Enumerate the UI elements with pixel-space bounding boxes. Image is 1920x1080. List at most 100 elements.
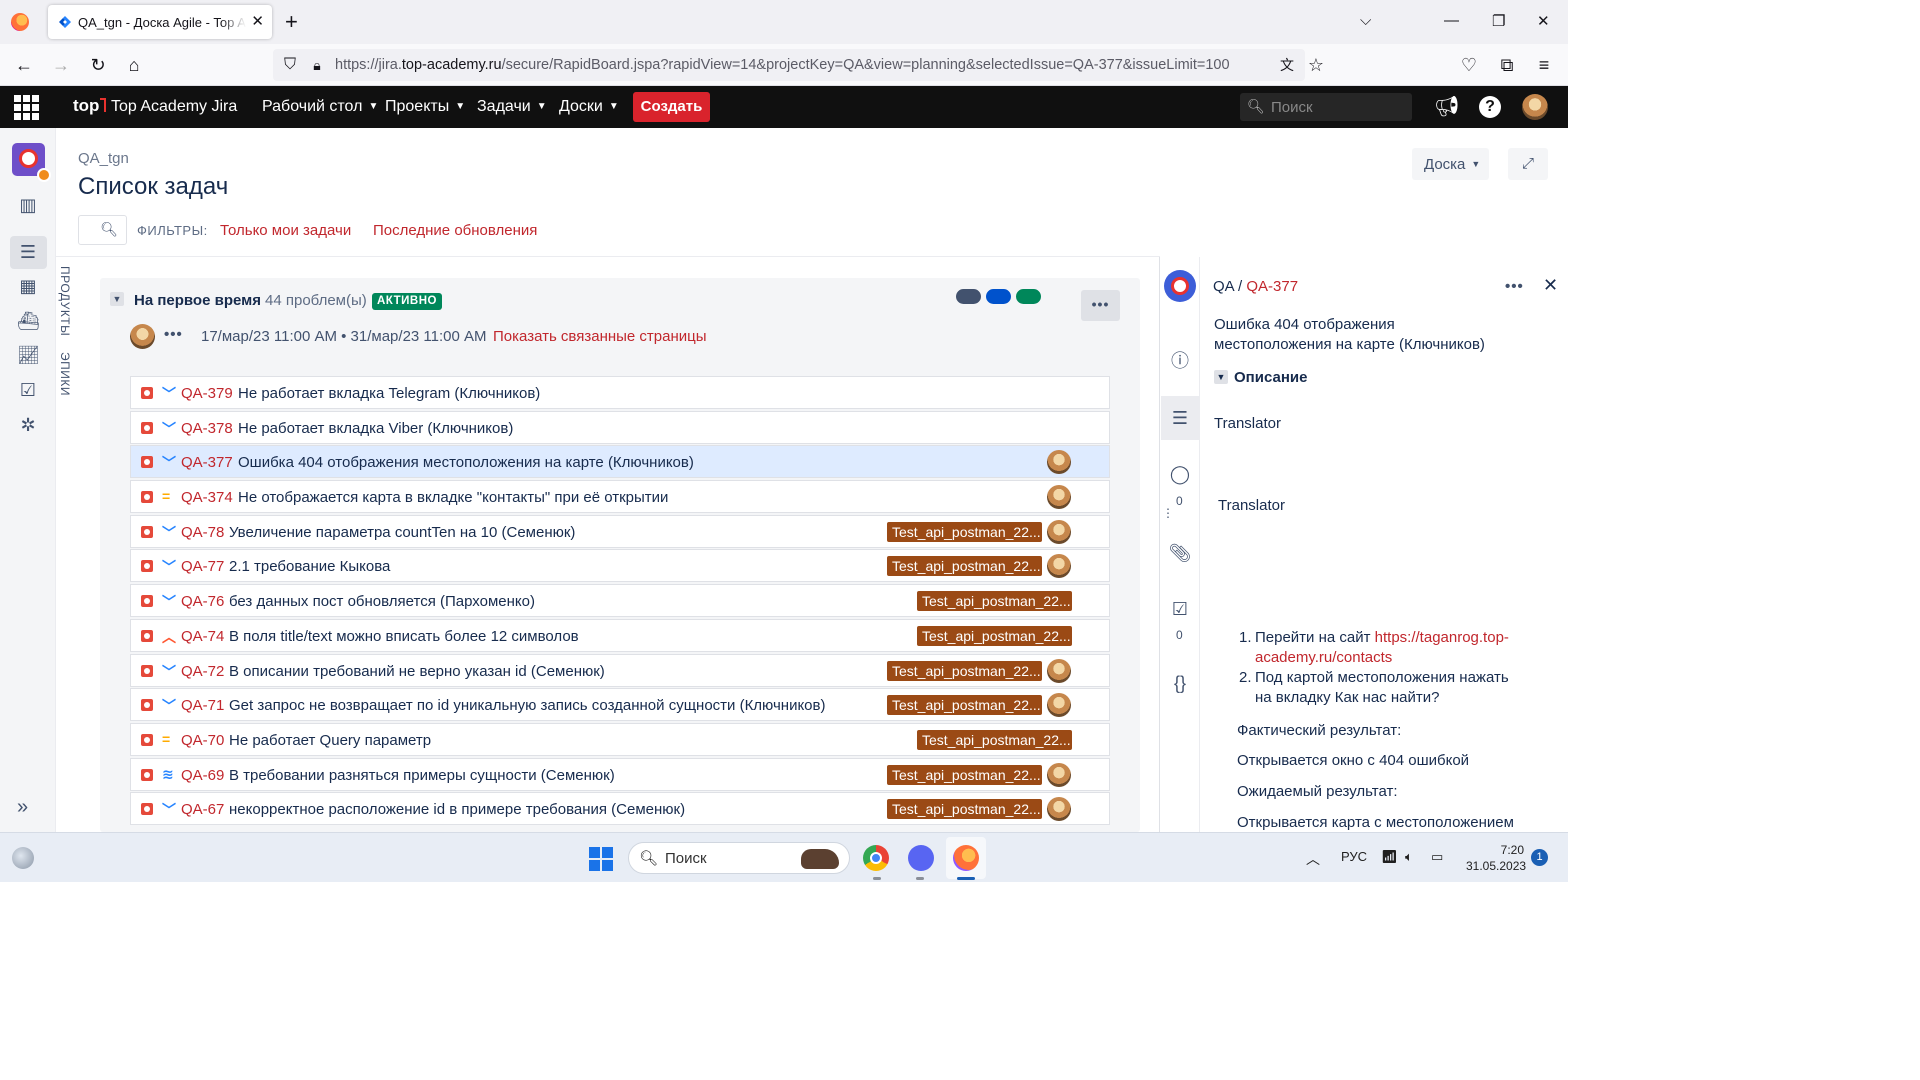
description-icon[interactable]: ☰: [1168, 406, 1192, 430]
pocket-icon[interactable]: ♡: [1459, 55, 1479, 75]
discord-icon[interactable]: [908, 845, 934, 871]
epic-label[interactable]: Test_api_postman_22...: [887, 764, 1042, 785]
battery-icon[interactable]: ▭: [1431, 849, 1443, 865]
volume-icon[interactable]: 🔈︎: [1405, 849, 1413, 865]
issue-key[interactable]: QA-377: [181, 454, 233, 471]
user-avatar[interactable]: [1522, 94, 1548, 120]
clock[interactable]: 7:20 31.05.2023: [1466, 842, 1526, 874]
tab-list-chevron-icon[interactable]: ⌵: [1360, 12, 1371, 29]
issue-row[interactable]: ﹀ QA-67 некорректное расположение id в при…: [130, 792, 1110, 826]
issue-key[interactable]: QA-374: [181, 489, 233, 506]
comment-icon[interactable]: ◯: [1168, 462, 1192, 486]
extensions-icon[interactable]: ⧉: [1497, 55, 1517, 75]
weather-widget-icon[interactable]: [12, 847, 34, 869]
issue-row[interactable]: ≋ QA-69 В требовании разняться примеры сущ…: [130, 757, 1110, 791]
assignee-avatar[interactable]: [1047, 797, 1071, 822]
epic-label[interactable]: Test_api_postman_22...: [887, 660, 1042, 681]
back-icon[interactable]: ←: [14, 55, 34, 75]
assignee-avatar[interactable]: [1047, 762, 1071, 787]
assignee-avatar[interactable]: [1047, 485, 1071, 510]
detail-issue-key[interactable]: QA-377: [1246, 278, 1298, 295]
issue-row[interactable]: ﹀ QA-77 2.1 требование Кыкова Test_api_post…: [130, 549, 1110, 583]
epic-label[interactable]: Test_api_postman_22...: [917, 729, 1072, 750]
description-heading[interactable]: Описание: [1234, 369, 1307, 386]
linked-pages-link[interactable]: Показать связанные страницы: [493, 328, 707, 345]
issue-key[interactable]: QA-76: [181, 593, 224, 610]
epic-label[interactable]: Test_api_postman_22...: [917, 591, 1072, 612]
tab-versions-vertical[interactable]: ПРОДУКТЫ: [58, 266, 72, 336]
breadcrumb[interactable]: QA_tgn: [78, 150, 129, 167]
taskbar-search[interactable]: 🔍︎ Поиск: [628, 842, 850, 874]
issue-row[interactable]: ︿ QA-74 В поля title/text можно вписать бо…: [130, 618, 1110, 652]
info-icon[interactable]: ⓘ: [1168, 349, 1192, 373]
bookmark-star-icon[interactable]: ☆: [1306, 55, 1326, 75]
assignee-avatar[interactable]: [1047, 693, 1071, 718]
browser-tab[interactable]: QA_tgn - Доска Agile - Top Academy Jira …: [48, 5, 272, 39]
menu-issues[interactable]: Задачи ▼: [477, 98, 547, 116]
app-switcher-icon[interactable]: [14, 95, 39, 120]
detail-more-icon[interactable]: •••: [1505, 278, 1524, 295]
sprint-more-icon[interactable]: •••: [164, 326, 183, 343]
checklist-icon[interactable]: ☑: [1168, 597, 1192, 621]
drag-handle-icon[interactable]: ⋮: [1162, 506, 1174, 520]
help-icon[interactable]: ?: [1479, 96, 1501, 118]
sprint-avatar[interactable]: [130, 324, 155, 349]
sprint-name[interactable]: На первое время: [134, 292, 261, 309]
issue-row[interactable]: = QA-374 Не отображается карта в вкладке "…: [130, 480, 1110, 514]
backlog-icon[interactable]: ☰: [17, 241, 39, 263]
start-icon[interactable]: [589, 847, 613, 871]
shield-icon[interactable]: ⛉: [280, 55, 300, 75]
issue-row[interactable]: ﹀ QA-72 В описании требований не верно ука…: [130, 653, 1110, 687]
wifi-icon[interactable]: 📶︎: [1381, 849, 1398, 865]
issue-row[interactable]: ﹀ QA-78 Увеличение параметра countTen на 1…: [130, 514, 1110, 548]
issue-key[interactable]: QA-67: [181, 801, 224, 818]
reports-icon[interactable]: 📈︎: [17, 344, 40, 366]
epic-label[interactable]: Test_api_postman_22...: [887, 521, 1042, 542]
firefox-taskbar-icon[interactable]: [953, 845, 979, 871]
active-sprints-icon[interactable]: ▦: [17, 275, 39, 297]
issue-key[interactable]: QA-69: [181, 767, 224, 784]
translate-icon[interactable]: 文: [1277, 55, 1297, 75]
announcement-icon[interactable]: 📢︎: [1434, 95, 1459, 119]
issue-row[interactable]: ﹀ QA-76 без данных пост обновляется (Пархо…: [130, 584, 1110, 618]
notification-badge[interactable]: 1: [1531, 849, 1548, 866]
assignee-avatar[interactable]: [1047, 450, 1071, 475]
epic-label[interactable]: Test_api_postman_22...: [887, 695, 1042, 716]
app-menu-icon[interactable]: ≡: [1534, 55, 1554, 75]
epic-label[interactable]: Test_api_postman_22...: [917, 625, 1072, 646]
filter-only-my-issues[interactable]: Только мои задачи: [220, 222, 351, 239]
detail-project-avatar[interactable]: [1164, 270, 1196, 302]
lock-icon[interactable]: 🔒︎: [307, 55, 327, 75]
detail-project-link[interactable]: QA: [1213, 278, 1234, 295]
components-icon[interactable]: ✲: [17, 414, 39, 436]
issue-key[interactable]: QA-72: [181, 663, 224, 680]
issue-row[interactable]: ﹀ QA-379 Не работает вкладка Telegram (Клю…: [130, 376, 1110, 409]
new-tab-icon[interactable]: +: [285, 9, 298, 35]
issue-row[interactable]: = QA-70 Не работает Query параметр Test_api…: [130, 722, 1110, 756]
epic-label[interactable]: Test_api_postman_22...: [887, 556, 1042, 577]
menu-dashboard[interactable]: Рабочий стол ▼: [262, 98, 378, 116]
backlog-search-input[interactable]: 🔍︎: [78, 215, 127, 245]
menu-projects[interactable]: Проекты ▼: [385, 98, 465, 116]
board-icon[interactable]: ▥: [17, 194, 39, 216]
reload-icon[interactable]: ↻: [88, 55, 108, 75]
create-button[interactable]: Создать: [633, 92, 710, 122]
issue-key[interactable]: QA-77: [181, 558, 224, 575]
issue-key[interactable]: QA-71: [181, 697, 224, 714]
issue-row[interactable]: ﹀ QA-377 Ошибка 404 отображения местополож…: [130, 445, 1110, 479]
project-avatar[interactable]: [12, 143, 51, 182]
board-dropdown-button[interactable]: Доска ▼: [1412, 148, 1489, 180]
code-braces-icon[interactable]: {}: [1168, 671, 1192, 695]
assignee-avatar[interactable]: [1047, 519, 1071, 544]
issue-row[interactable]: ﹀ QA-71 Get запрос не возвращает по id уни…: [130, 688, 1110, 722]
forward-icon[interactable]: →: [51, 55, 71, 75]
epic-label[interactable]: Test_api_postman_22...: [887, 799, 1042, 820]
minimize-icon[interactable]: —: [1444, 12, 1459, 29]
firefox-icon[interactable]: [11, 13, 29, 31]
attachment-icon[interactable]: 📎︎: [1168, 541, 1192, 565]
assignee-avatar[interactable]: [1047, 554, 1071, 579]
logo-text[interactable]: Top Academy Jira: [111, 98, 237, 116]
language-indicator[interactable]: РУС: [1341, 849, 1367, 864]
issue-key[interactable]: QA-78: [181, 524, 224, 541]
issue-key[interactable]: QA-379: [181, 385, 233, 402]
